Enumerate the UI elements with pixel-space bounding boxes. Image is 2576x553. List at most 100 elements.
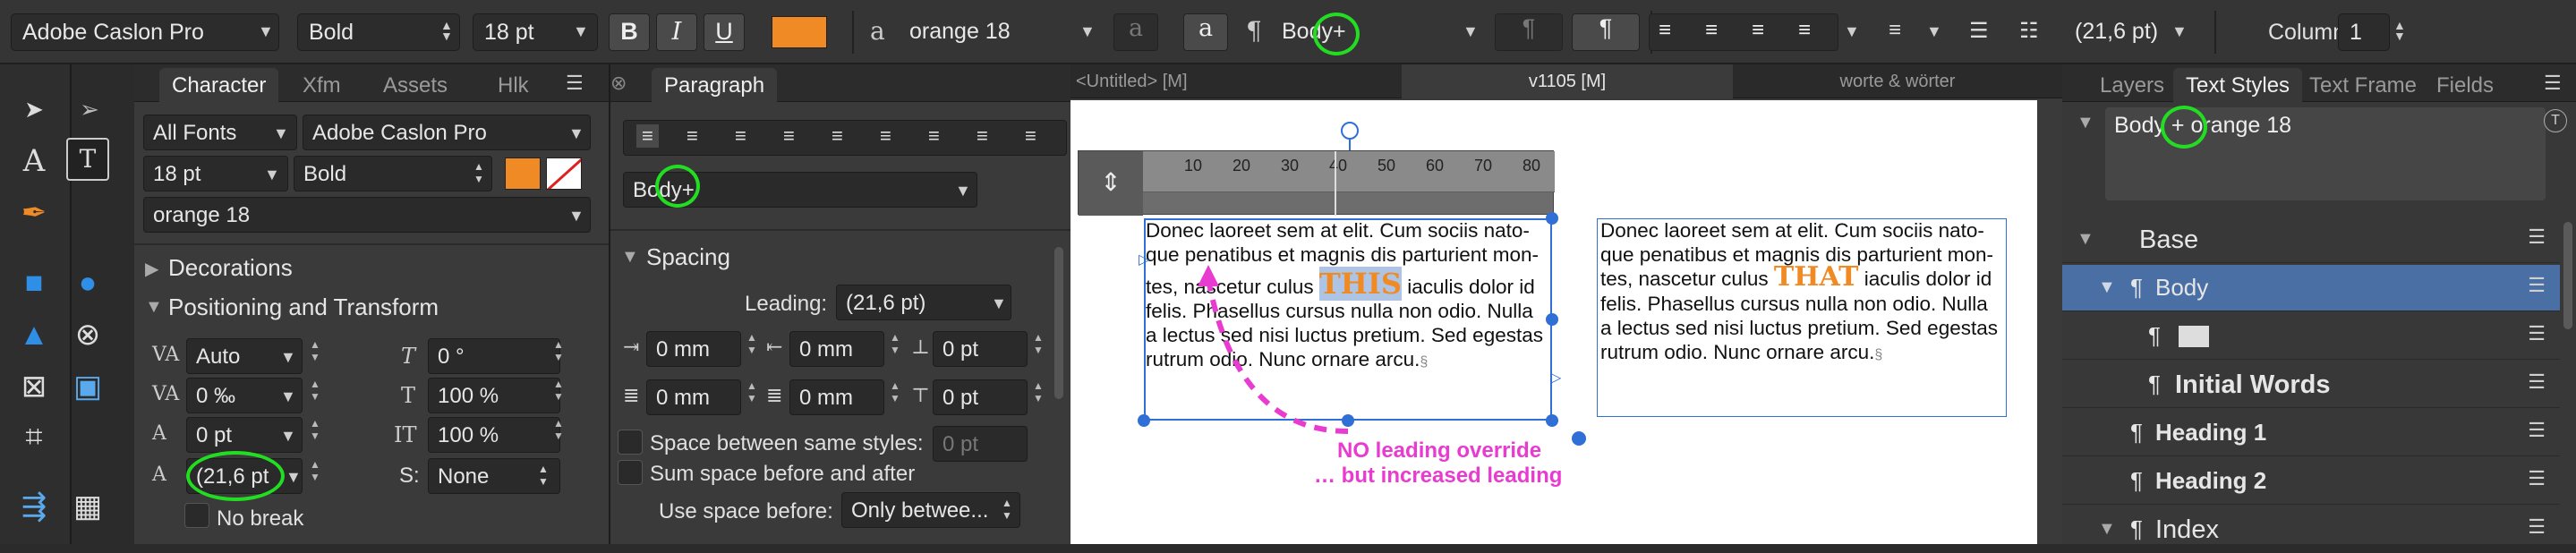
close-panel-icon[interactable]: ⊗ (610, 72, 627, 95)
disclosure-down-icon[interactable]: ▼ (2077, 113, 2094, 133)
decorations-section[interactable]: Decorations (168, 254, 293, 282)
disclosure-down-icon[interactable]: ▼ (2077, 229, 2094, 250)
justify-left-icon[interactable]: ≡ (783, 124, 795, 148)
pen-tool-icon[interactable]: ✒ (13, 191, 55, 234)
space-after-stepper[interactable]: ▲ ▼ (1031, 379, 1045, 415)
kerning-stepper[interactable]: ▲ ▼ (308, 338, 322, 374)
horizontal-scale-stepper[interactable]: ▲ ▼ (551, 417, 566, 453)
justify-all-icon[interactable]: ≡ (928, 124, 940, 148)
script-select[interactable]: None ▲ ▼ (428, 458, 560, 494)
first-line-indent-stepper[interactable]: ▲ ▼ (888, 331, 902, 367)
disclosure-down-icon[interactable]: ▼ (621, 247, 639, 268)
node-tool-icon[interactable]: ➢ (68, 88, 111, 131)
font-collection-select[interactable]: All Fonts ▼ (143, 115, 297, 150)
style-row-unnamed[interactable]: ¶ ☰ (2062, 313, 2560, 360)
scrollbar-thumb[interactable] (1054, 247, 1063, 399)
text-stroke-none-swatch[interactable] (546, 157, 582, 190)
style-row-initial-words[interactable]: ¶ Initial Words ☰ (2062, 362, 2560, 408)
space-before-field[interactable]: 0 pt (933, 331, 1028, 367)
bold-button[interactable]: B (609, 13, 650, 51)
style-menu-icon[interactable]: ☰ (2528, 225, 2546, 249)
style-menu-icon[interactable]: ☰ (2528, 467, 2546, 490)
text-flow-icon[interactable]: ▷ (1550, 369, 1561, 387)
text-fill-swatch[interactable] (505, 157, 541, 190)
underline-button[interactable]: U (704, 13, 745, 51)
disclosure-down-icon[interactable]: ▼ (2098, 277, 2116, 298)
stepper-icon[interactable]: ▲ ▼ (2393, 19, 2406, 42)
vertical-align-icon[interactable]: ≡ (1889, 18, 1901, 43)
horizontal-scale-field[interactable]: 100 % (428, 417, 560, 453)
style-menu-icon[interactable]: ☰ (2528, 322, 2546, 345)
align-center-icon[interactable]: ≡ (687, 124, 698, 148)
tab-paragraph[interactable]: Paragraph (652, 68, 778, 102)
panel-menu-icon[interactable]: ☰ (2544, 72, 2562, 95)
font-weight-select[interactable]: Bold ▲ ▼ (294, 156, 492, 191)
justify-icon[interactable]: ≡ (1798, 18, 1811, 43)
font-family-select[interactable]: Adobe Caslon Pro ▼ (303, 115, 591, 150)
tracking-stepper[interactable]: ▲ ▼ (308, 378, 322, 413)
style-row-heading-1[interactable]: ¶ Heading 1 ☰ (2062, 410, 2560, 456)
style-row-body[interactable]: ▼ ¶ Body ☰ (2062, 265, 2560, 311)
tab-hlk[interactable]: Hlk (485, 68, 542, 102)
circle-cross-tool-icon[interactable]: ⊗ (66, 313, 109, 356)
text-ruler[interactable]: ⇕ 10 20 30 40 50 60 70 80 (1078, 150, 1555, 216)
tab-text-styles[interactable]: Text Styles (2173, 68, 2303, 102)
style-menu-icon[interactable]: ☰ (2528, 515, 2546, 539)
style-row-heading-2[interactable]: ¶ Heading 2 ☰ (2062, 458, 2560, 505)
space-same-styles-field[interactable]: 0 pt (933, 426, 1028, 462)
panel-menu-icon[interactable]: ☰ (566, 72, 584, 95)
align-right-icon[interactable]: ≡ (735, 124, 746, 148)
space-before-stepper[interactable]: ▲ ▼ (1031, 331, 1045, 367)
style-menu-icon[interactable]: ☰ (2528, 274, 2546, 297)
spacing-section[interactable]: Spacing (646, 243, 730, 271)
frame-right-text[interactable]: Donec laoreet sem at elit. Cum sociis na… (1600, 218, 2005, 367)
rotate-handle[interactable] (1341, 122, 1359, 140)
paragraph-style-select[interactable]: Body+ (1271, 13, 1486, 51)
leading-select[interactable]: (21,6 pt) ▼ (836, 285, 1011, 320)
scrollbar-thumb[interactable] (2563, 222, 2572, 329)
style-row-index[interactable]: ▼ ¶ Index ☰ (2062, 506, 2560, 553)
kerning-field[interactable]: Auto ▼ (186, 338, 303, 374)
triangle-tool-icon[interactable]: ▲ (13, 313, 55, 356)
shear-stepper[interactable]: ▲ ▼ (551, 338, 566, 374)
font-weight-select[interactable]: Bold (297, 13, 460, 51)
tab-text-frame[interactable]: Text Frame (2297, 68, 2429, 102)
tab-fields[interactable]: Fields (2424, 68, 2506, 102)
style-info-icon[interactable]: T (2544, 109, 2567, 132)
picture-frame-tool-icon[interactable]: ⊠ (13, 365, 55, 408)
style-row-base[interactable]: ▼ Base ☰ (2062, 217, 2560, 263)
last-line-indent-field[interactable]: 0 mm (789, 379, 884, 415)
page-canvas[interactable]: ⇕ 10 20 30 40 50 60 70 80 Donec laoreet … (1070, 100, 2037, 544)
align-left-icon[interactable]: ≡ (636, 124, 659, 148)
resize-handle[interactable] (1138, 414, 1150, 427)
space-same-styles-checkbox[interactable] (618, 430, 643, 455)
sum-space-checkbox[interactable] (618, 460, 643, 485)
use-space-before-select[interactable]: Only betwee... ▲ ▼ (841, 492, 1020, 528)
columns-field[interactable]: 1 (2338, 13, 2390, 51)
paragraph-formatting-button[interactable]: ¶ (1572, 13, 1640, 51)
doc-tab-v1105[interactable]: v1105 [M] (1402, 64, 1733, 98)
style-menu-icon[interactable]: ☰ (2528, 419, 2546, 442)
justify-center-icon[interactable]: ≡ (832, 124, 843, 148)
align-center-icon[interactable]: ≡ (1705, 18, 1718, 43)
align-towards-spine-icon[interactable]: ≡ (977, 124, 988, 148)
vertical-scale-field[interactable]: 100 % (428, 378, 560, 413)
rectangle-tool-icon[interactable]: ■ (13, 261, 55, 304)
italic-button[interactable]: I (656, 13, 697, 51)
font-size-field[interactable]: 18 pt ▼ (143, 156, 288, 191)
resize-handle[interactable] (1546, 212, 1558, 225)
align-right-icon[interactable]: ≡ (1752, 18, 1764, 43)
last-line-indent-stepper[interactable]: ▲ ▼ (888, 379, 902, 415)
doc-tab-worte-woerter[interactable]: worte & wörter (1733, 64, 2062, 98)
baseline-field[interactable]: 0 pt ▼ (186, 417, 303, 453)
disclosure-down-icon[interactable]: ▼ (145, 297, 163, 318)
crop-tool-icon[interactable]: ⌗ (13, 415, 55, 458)
font-family-select[interactable]: Adobe Caslon Pro (11, 13, 279, 51)
shear-field[interactable]: 0 ° (428, 338, 560, 374)
justify-right-icon[interactable]: ≡ (880, 124, 891, 148)
text-wrap-tool-icon[interactable]: ⇶ (13, 485, 55, 528)
tab-assets[interactable]: Assets (371, 68, 460, 102)
tracking-field[interactable]: 0 ‰ ▼ (186, 378, 303, 413)
disclosure-down-icon[interactable]: ▼ (2098, 519, 2116, 540)
text-color-swatch[interactable] (772, 16, 827, 48)
